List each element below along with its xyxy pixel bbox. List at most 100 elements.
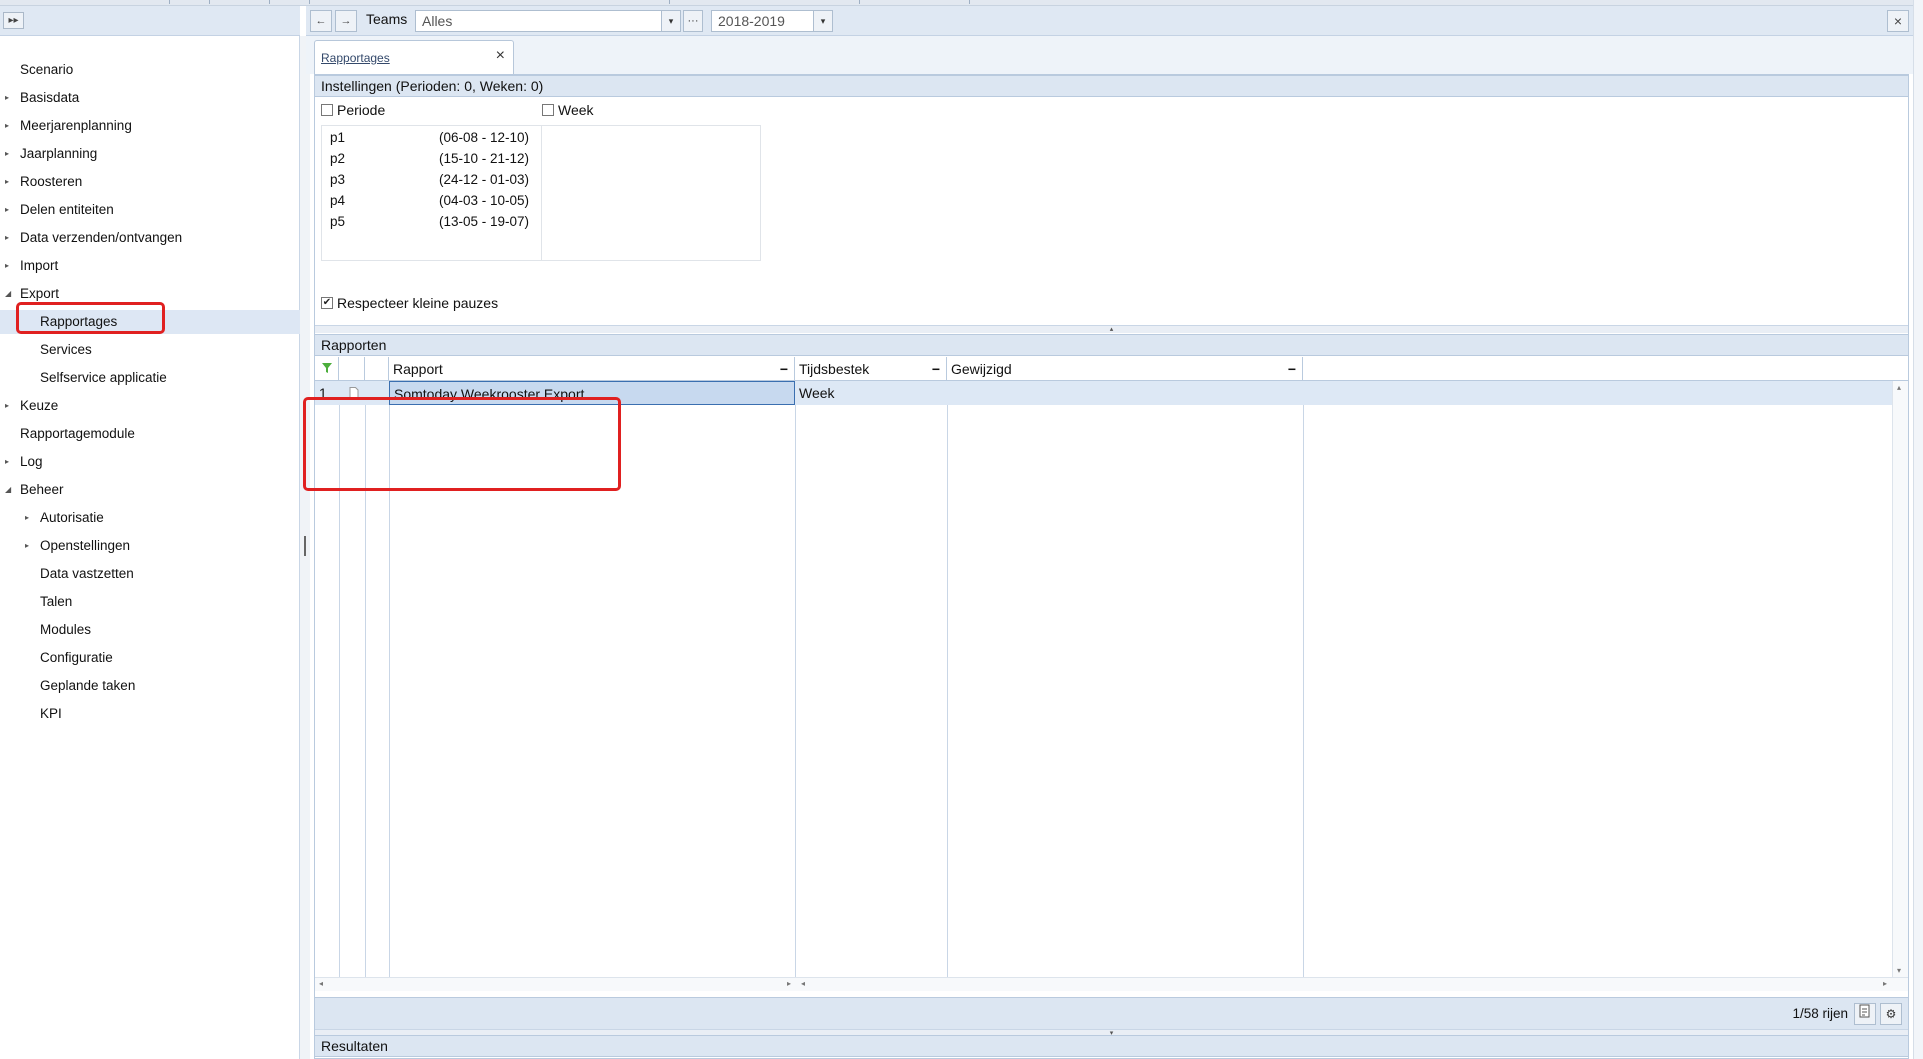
sidebar-item-autorisatie[interactable]: ▸ Autorisatie <box>0 506 300 530</box>
teams-combo[interactable]: Alles <box>415 10 671 32</box>
chevron-down-icon[interactable]: ▾ <box>813 10 833 32</box>
collapse-icon[interactable]: − <box>1288 357 1296 381</box>
sidebar-item-label: Import <box>20 258 59 273</box>
column-label: Rapport <box>393 361 443 377</box>
sidebar-item-label: Services <box>40 342 92 357</box>
sidebar-item-talen[interactable]: Talen <box>0 590 300 614</box>
expand-icon[interactable]: ▸▸ <box>3 12 24 29</box>
sidebar-item-delen-entiteiten[interactable]: ▸ Delen entiteiten <box>0 198 300 222</box>
close-icon[interactable]: × <box>496 47 505 65</box>
cell-gewijzigd[interactable] <box>947 381 1303 405</box>
navigation-pane: ▸▸ Scenario ▸ Basisdata ▸ Meerjarenplanning ▸… <box>0 6 300 1059</box>
collapsed-arrow-icon[interactable]: ▸ <box>5 114 9 138</box>
expanded-arrow-icon[interactable]: ◢ <box>5 478 11 502</box>
sidebar-item-label: Log <box>20 454 43 469</box>
collapsed-arrow-icon[interactable]: ▸ <box>25 534 29 558</box>
year-combo[interactable]: 2018-2019 <box>711 10 823 32</box>
sidebar-item-data-vastzetten[interactable]: Data vastzetten <box>0 562 300 586</box>
gear-icon[interactable]: ⚙ <box>1880 1003 1902 1025</box>
top-tab-segment[interactable] <box>130 0 170 4</box>
sidebar-item-import[interactable]: ▸ Import <box>0 254 300 278</box>
tab-label: Rapportages <box>321 51 390 65</box>
grid-header: Rapport − Tijdsbestek − Gewijzigd − <box>315 357 1908 381</box>
respect-pauses-label: Respecteer kleine pauzes <box>337 295 499 311</box>
collapsed-arrow-icon[interactable]: ▸ <box>5 450 9 474</box>
collapsed-arrow-icon[interactable]: ▸ <box>5 198 9 222</box>
sidebar-item-scenario[interactable]: Scenario <box>0 58 300 82</box>
column-header-gewijzigd[interactable]: Gewijzigd − <box>947 357 1303 381</box>
back-button[interactable]: ← <box>310 10 332 32</box>
sidebar-item-label: Geplande taken <box>40 678 136 693</box>
sidebar-item-data-verzenden-ontvangen[interactable]: ▸ Data verzenden/ontvangen <box>0 226 300 250</box>
tab-strip: Rapportages × <box>306 36 1913 74</box>
collapse-icon[interactable]: − <box>932 357 940 381</box>
panel-splitter[interactable]: ▴ <box>315 325 1908 333</box>
top-tab-segment[interactable] <box>310 0 670 4</box>
pane-splitter[interactable] <box>300 36 310 1059</box>
more-icon[interactable]: ··· <box>683 10 703 32</box>
splitter-handle[interactable] <box>304 536 306 556</box>
sidebar-item-keuze[interactable]: ▸ Keuze <box>0 394 300 418</box>
sidebar-item-roosteren[interactable]: ▸ Roosteren <box>0 170 300 194</box>
sidebar-item-label: Roosteren <box>20 174 83 189</box>
chevron-down-icon[interactable]: ▾ <box>661 10 681 32</box>
respect-pauses-checkbox[interactable]: ✔ <box>321 297 333 309</box>
top-tab-segment[interactable] <box>210 0 270 4</box>
cell-tijdsbestek[interactable]: Week <box>795 381 947 405</box>
collapsed-arrow-icon[interactable]: ▸ <box>5 226 9 250</box>
sidebar-item-meerjarenplanning[interactable]: ▸ Meerjarenplanning <box>0 114 300 138</box>
period-row[interactable]: p2 (15-10 - 21-12) <box>322 149 541 170</box>
reports-header[interactable]: Rapporten <box>315 334 1908 356</box>
expanded-arrow-icon[interactable]: ◢ <box>5 282 11 306</box>
period-dates: (15-10 - 21-12) <box>439 151 530 166</box>
funnel-icon[interactable] <box>321 362 333 374</box>
right-collapse-bar[interactable] <box>1913 0 1923 1059</box>
sidebar-item-geplande-taken[interactable]: Geplande taken <box>0 674 300 698</box>
sidebar-item-basisdata[interactable]: ▸ Basisdata <box>0 86 300 110</box>
collapsed-arrow-icon[interactable]: ▸ <box>25 506 29 530</box>
settings-header[interactable]: Instellingen (Perioden: 0, Weken: 0) <box>315 75 1908 97</box>
collapsed-arrow-icon[interactable]: ▸ <box>5 394 9 418</box>
sidebar-item-openstellingen[interactable]: ▸ Openstellingen <box>0 534 300 558</box>
close-icon[interactable]: × <box>1887 10 1909 32</box>
teams-label: Teams <box>366 11 408 27</box>
collapsed-arrow-icon[interactable]: ▸ <box>5 142 9 166</box>
period-row[interactable]: p1 (06-08 - 12-10) <box>322 128 541 149</box>
period-row[interactable]: p4 (04-03 - 10-05) <box>322 191 541 212</box>
sidebar-item-kpi[interactable]: KPI <box>0 702 300 726</box>
collapsed-arrow-icon[interactable]: ▸ <box>5 86 9 110</box>
top-tab-segment[interactable] <box>270 0 310 4</box>
periode-checkbox[interactable] <box>321 104 333 116</box>
top-tab-segment[interactable] <box>670 0 860 4</box>
week-checkbox[interactable] <box>542 104 554 116</box>
sidebar-item-log[interactable]: ▸ Log <box>0 450 300 474</box>
filter-column[interactable] <box>315 357 339 381</box>
collapse-icon[interactable]: − <box>780 357 788 381</box>
period-row[interactable]: p3 (24-12 - 01-03) <box>322 170 541 191</box>
collapsed-arrow-icon[interactable]: ▸ <box>5 170 9 194</box>
sidebar-item-rapportagemodule[interactable]: Rapportagemodule <box>0 422 300 446</box>
sidebar-item-beheer[interactable]: ◢ Beheer <box>0 478 300 502</box>
results-header[interactable]: Resultaten <box>315 1035 1908 1057</box>
top-tab-segment[interactable] <box>170 0 210 4</box>
icon-column-header[interactable] <box>339 357 365 381</box>
sidebar-item-configuratie[interactable]: Configuratie <box>0 646 300 670</box>
vertical-scrollbar[interactable]: ▴ ▾ <box>1892 381 1908 977</box>
sidebar-item-modules[interactable]: Modules <box>0 618 300 642</box>
blank-column-header[interactable] <box>365 357 389 381</box>
forward-button[interactable]: → <box>335 10 357 32</box>
sidebar-item-label: Meerjarenplanning <box>20 118 132 133</box>
sidebar-item-label: Keuze <box>20 398 59 413</box>
column-header-tijdsbestek[interactable]: Tijdsbestek − <box>795 357 947 381</box>
collapsed-arrow-icon[interactable]: ▸ <box>5 254 9 278</box>
sidebar-item-jaarplanning[interactable]: ▸ Jaarplanning <box>0 142 300 166</box>
period-row[interactable]: p5 (13-05 - 19-07) <box>322 212 541 233</box>
period-dates: (24-12 - 01-03) <box>439 172 530 187</box>
horizontal-scrollbar[interactable]: ◂ ▸ ◂ ▸ <box>315 977 1908 991</box>
export-icon[interactable] <box>1854 1003 1876 1025</box>
sidebar-item-selfservice-applicatie[interactable]: Selfservice applicatie <box>0 366 300 390</box>
top-tab-segment[interactable] <box>860 0 970 4</box>
column-header-rapport[interactable]: Rapport − <box>389 357 795 381</box>
sidebar-item-services[interactable]: Services <box>0 338 300 362</box>
tab-rapportages[interactable]: Rapportages × <box>314 40 514 74</box>
